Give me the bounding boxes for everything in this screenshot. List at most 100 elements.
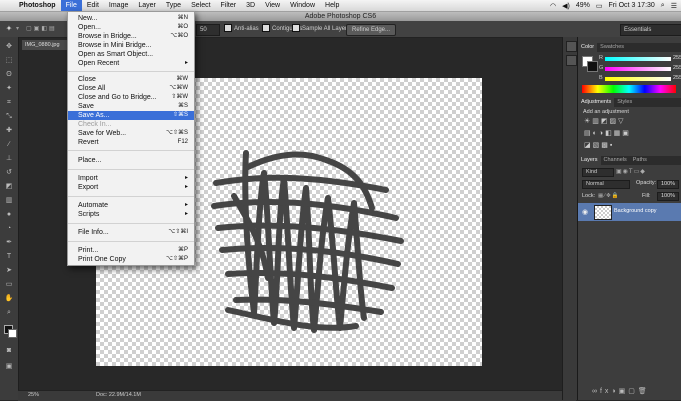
sample-all-layers-checkbox[interactable]: Sample All Layers	[292, 24, 350, 34]
move-tool-icon[interactable]: ✥	[4, 43, 14, 51]
magic-wand-tool-icon[interactable]: ✦	[4, 85, 14, 93]
eraser-tool-icon[interactable]: ◩	[4, 183, 14, 191]
layer-filter-icons[interactable]: ▣◉T▭◆	[616, 168, 646, 175]
selection-mode-icons[interactable]: ▢▣◧▤	[26, 24, 66, 34]
marquee-tool-icon[interactable]: ⬚	[4, 57, 14, 65]
menu-item-close[interactable]: Close ⌘W	[68, 75, 194, 84]
pen-tool-icon[interactable]: ✒	[4, 239, 14, 247]
fill-input[interactable]: 100%	[657, 192, 680, 201]
menu-3d[interactable]: 3D	[241, 0, 260, 11]
menu-filter[interactable]: Filter	[216, 0, 242, 11]
menu-item-save[interactable]: Save ⌘S	[68, 102, 194, 111]
menu-item-open-smart-object[interactable]: Open as Smart Object...	[68, 50, 194, 59]
layer-filter-select[interactable]: Kind	[582, 168, 614, 177]
background-color-swatch[interactable]	[8, 329, 17, 338]
adjustment-icons-row-2[interactable]: ▤◐◑◧▦▣	[584, 129, 678, 137]
anti-alias-checkbox[interactable]: Anti-alias	[224, 24, 259, 34]
layer-footer-icons[interactable]: ∞fx◑▣▢🗑	[592, 387, 650, 395]
magic-wand-icon[interactable]: ✦	[4, 24, 14, 34]
tab-swatches[interactable]: Swatches	[597, 43, 627, 52]
menu-file[interactable]: File	[60, 0, 82, 11]
menu-view[interactable]: View	[260, 0, 285, 11]
adjustment-icons-row-1[interactable]: ☀▥◩▨▽	[584, 117, 678, 125]
layer-row[interactable]: ◉ Background copy	[578, 203, 681, 221]
color-ramp[interactable]	[582, 85, 676, 93]
stamp-tool-icon[interactable]: ⊥	[4, 155, 14, 163]
volume-icon[interactable]: ◀)	[562, 2, 570, 10]
menu-item-print-one-copy[interactable]: Print One Copy ⌥⇧⌘P	[68, 255, 194, 264]
opacity-input[interactable]: 100%	[657, 180, 680, 189]
hand-tool-icon[interactable]: ✋	[4, 295, 14, 303]
history-brush-tool-icon[interactable]: ↺	[4, 169, 14, 177]
menu-item-print[interactable]: Print... ⌘P	[68, 246, 194, 255]
menu-item-browse-bridge[interactable]: Browse in Bridge... ⌥⌘O	[68, 32, 194, 41]
path-selection-tool-icon[interactable]: ➤	[4, 267, 14, 275]
red-value[interactable]: 255	[673, 55, 681, 61]
menu-item-save-as[interactable]: Save As... ⇧⌘S	[68, 111, 194, 120]
lasso-tool-icon[interactable]: ʘ	[4, 71, 14, 79]
menu-item-import[interactable]: Import ▸	[68, 174, 194, 183]
menu-item-save-for-web[interactable]: Save for Web... ⌥⇧⌘S	[68, 129, 194, 138]
screen-mode-icon[interactable]: ▣	[4, 363, 14, 371]
tab-channels[interactable]: Channels	[601, 156, 630, 165]
blur-tool-icon[interactable]: ●	[4, 211, 14, 219]
menu-item-place[interactable]: Place...	[68, 156, 194, 165]
menu-item-revert[interactable]: Revert F12	[68, 138, 194, 147]
healing-tool-icon[interactable]: ✚	[4, 127, 14, 135]
battery-level[interactable]: 49%	[576, 2, 590, 9]
menu-item-automate[interactable]: Automate ▸	[68, 201, 194, 210]
menu-item-open[interactable]: Open... ⌘O	[68, 23, 194, 32]
workspace-select[interactable]: Essentials	[620, 24, 681, 36]
brush-tool-icon[interactable]: ∕	[4, 141, 14, 149]
wifi-icon[interactable]: ◠	[550, 2, 556, 10]
menu-item-file-info[interactable]: File Info... ⌥⇧⌘I	[68, 228, 194, 237]
eyedropper-tool-icon[interactable]: ⤡	[4, 113, 14, 121]
zoom-tool-icon[interactable]: ⌕	[4, 309, 14, 317]
red-slider[interactable]	[605, 57, 671, 61]
battery-icon[interactable]: ▭	[596, 2, 603, 10]
blue-slider[interactable]	[605, 77, 671, 81]
blend-mode-select[interactable]: Normal	[582, 180, 630, 189]
menu-item-scripts[interactable]: Scripts ▸	[68, 210, 194, 219]
lock-icons[interactable]: ▦∕✥🔒	[598, 193, 620, 199]
menu-item-open-recent[interactable]: Open Recent ▸	[68, 59, 194, 68]
visibility-eye-icon[interactable]: ◉	[582, 208, 588, 216]
dropdown-arrow-icon[interactable]: ▾	[16, 24, 19, 34]
adjustment-icons-row-3[interactable]: ◪▧▩▪	[584, 141, 678, 149]
tab-adjustments[interactable]: Adjustments	[578, 98, 615, 107]
shape-tool-icon[interactable]: ▭	[4, 281, 14, 289]
menu-type[interactable]: Type	[161, 0, 186, 11]
history-panel-icon[interactable]	[566, 41, 577, 52]
list-icon[interactable]: ☰	[671, 2, 677, 10]
menu-help[interactable]: Help	[320, 0, 344, 11]
quick-mask-icon[interactable]: ◙	[4, 347, 14, 355]
color-background-swatch[interactable]	[587, 61, 598, 72]
type-tool-icon[interactable]: T	[4, 253, 14, 261]
properties-panel-icon[interactable]	[566, 55, 577, 66]
green-slider[interactable]	[605, 67, 671, 71]
menu-window[interactable]: Window	[285, 0, 320, 11]
app-menu[interactable]: Photoshop	[14, 2, 61, 9]
gradient-tool-icon[interactable]: ▥	[4, 197, 14, 205]
tab-layers[interactable]: Layers	[578, 156, 601, 165]
refine-edge-button[interactable]: Refine Edge...	[346, 24, 397, 36]
menu-layer[interactable]: Layer	[133, 0, 161, 11]
clock[interactable]: Fri Oct 3 17:30	[609, 2, 655, 9]
layer-name[interactable]: Background copy	[614, 208, 657, 214]
dodge-tool-icon[interactable]: ◔	[4, 225, 14, 233]
menu-item-close-all[interactable]: Close All ⌥⌘W	[68, 84, 194, 93]
document-tab[interactable]: IMG_0880.jpg	[22, 40, 70, 50]
tab-color[interactable]: Color	[578, 43, 598, 52]
menu-item-browse-mini-bridge[interactable]: Browse in Mini Bridge...	[68, 41, 194, 50]
tab-styles[interactable]: Styles	[614, 98, 635, 107]
menu-item-close-go-bridge[interactable]: Close and Go to Bridge... ⇧⌘W	[68, 93, 194, 102]
menu-item-new[interactable]: New... ⌘N	[68, 14, 194, 23]
green-value[interactable]: 255	[673, 65, 681, 71]
crop-tool-icon[interactable]: ⌗	[4, 99, 14, 107]
blue-value[interactable]: 255	[673, 75, 681, 81]
menu-edit[interactable]: Edit	[82, 0, 104, 11]
spotlight-icon[interactable]: ⌕	[661, 2, 665, 10]
tolerance-input[interactable]: 50	[196, 24, 220, 36]
menu-item-export[interactable]: Export ▸	[68, 183, 194, 192]
zoom-level[interactable]: 25%	[28, 392, 39, 398]
